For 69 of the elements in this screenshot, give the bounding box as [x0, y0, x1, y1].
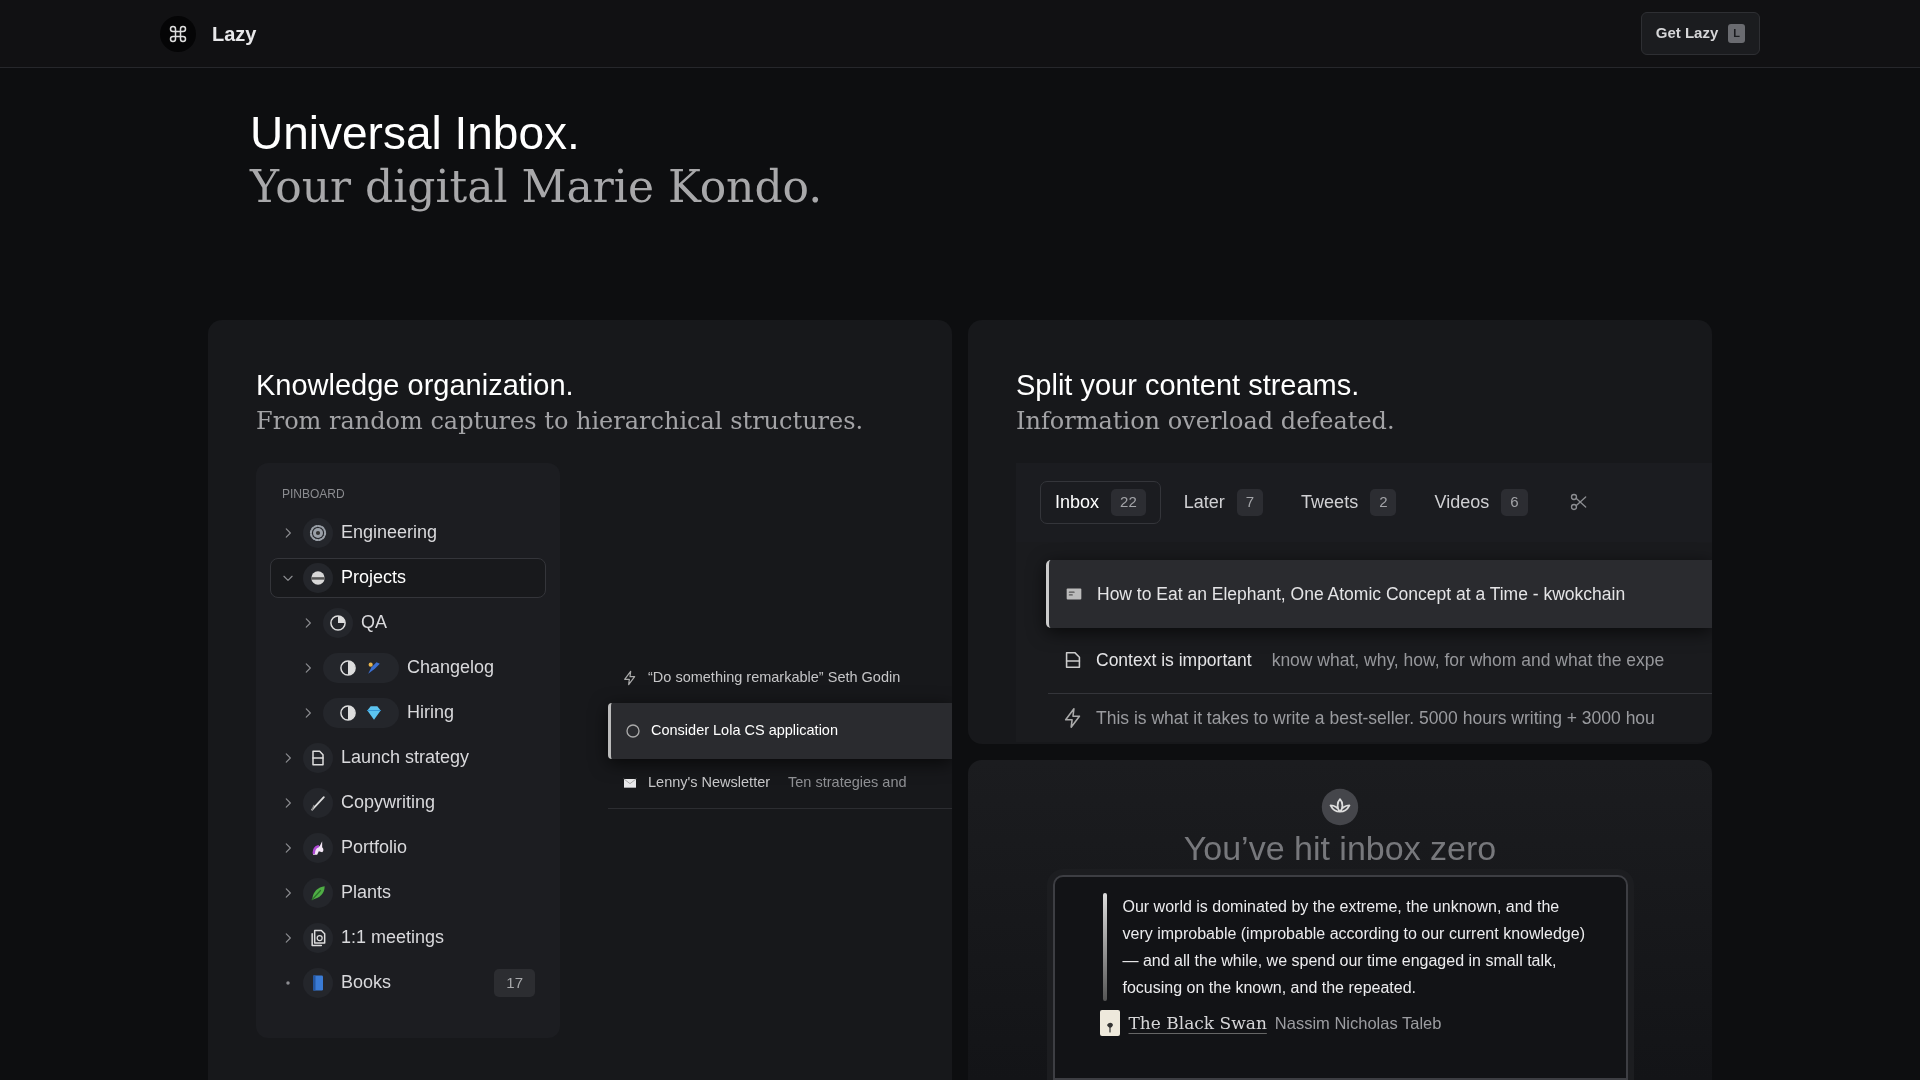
card-subtitle: From random captures to hierarchical structures.: [256, 405, 865, 437]
capture-title: Consider Lola CS application: [651, 720, 838, 740]
tree-item[interactable]: Engineering: [270, 512, 546, 553]
tree-item[interactable]: Plants: [270, 872, 546, 913]
capture-title: Lenny's Newsletter: [648, 773, 771, 793]
lotus-icon: [1321, 788, 1359, 826]
item-label: Engineering: [341, 521, 438, 545]
item-label: 1:1 meetings: [341, 926, 445, 950]
lightning-icon: [622, 669, 638, 686]
stream-item-title: How to Eat an Elephant, One Atomic Concept at a Time - kwokchain: [1097, 582, 1626, 606]
quote-text: Our world is dominated by the extreme, the unknown, and the very improbable (improbable according to our current knowledge) — and all the while, we spend our time engaged in small talk, focusing on the known, and the repeated.: [1122, 897, 1586, 999]
hero-subtitle: Your digital Marie Kondo.: [250, 161, 824, 214]
tree-item[interactable]: Launch strategy: [270, 737, 546, 778]
stream-item[interactable]: Context is important know what, why, how, for whom and what the expe: [1048, 627, 1712, 694]
tree-item[interactable]: QA: [270, 602, 546, 643]
shortcut-key: L: [1728, 24, 1745, 43]
tree-item[interactable]: Changelog: [270, 647, 546, 688]
capture-item[interactable]: “Do something remarkable” Seth Godin: [608, 652, 952, 703]
capture-item[interactable]: Consider Lola CS application: [608, 702, 952, 759]
card-subtitle: Information overload defeated.: [1016, 405, 1396, 437]
capture-item[interactable]: Lenny's Newsletter Ten strategies and: [608, 758, 952, 809]
item-label: QA: [361, 611, 387, 635]
hero-title: Universal Inbox.: [250, 106, 581, 161]
stream-item-title: This is what it takes to write a best-seller. 5000 hours writing + 3000 hou: [1096, 706, 1655, 730]
stream-item[interactable]: How to Eat an Elephant, One Atomic Concept at a Time - kwokchain: [1046, 559, 1712, 628]
card-title: Knowledge organization.: [256, 368, 575, 403]
stream-item-preview: know what, why, how, for whom and what the expe: [1271, 649, 1665, 673]
item-label: Books: [341, 971, 392, 995]
tab-count: 6: [1501, 489, 1528, 516]
capture-title: “Do something remarkable” Seth Godin: [648, 667, 901, 687]
pie-chart-icon: [338, 702, 358, 723]
circle-icon: [625, 722, 641, 739]
tree-item[interactable]: Hiring: [270, 692, 546, 733]
card-title: Split your content streams.: [1016, 368, 1361, 403]
tab-count: 22: [1111, 489, 1146, 516]
item-label: Hiring: [407, 701, 454, 725]
pie-chart-icon: [338, 657, 358, 678]
tree-item[interactable]: Books 17: [270, 962, 546, 1003]
stream-tab[interactable]: Inbox 22: [1040, 480, 1161, 524]
item-count: 17: [494, 968, 535, 998]
tab-count: 2: [1370, 489, 1397, 516]
pie-chart-icon: [328, 612, 348, 633]
scissors-icon: [1568, 492, 1589, 513]
item-label: Portfolio: [341, 836, 408, 860]
book-cover-icon: [1098, 1009, 1121, 1038]
stream-tab[interactable]: Later 7: [1168, 480, 1279, 524]
item-label: Launch strategy: [341, 746, 470, 770]
documents-icon: [308, 927, 328, 948]
section-heading: PINBOARD: [281, 485, 346, 503]
get-lazy-button[interactable]: Get Lazy L: [1640, 12, 1760, 55]
book-title-link[interactable]: The Black Swan: [1128, 1010, 1267, 1037]
item-label: Changelog: [407, 656, 495, 680]
logo-icon[interactable]: [160, 15, 196, 52]
capture-preview: Ten strategies and: [788, 773, 907, 793]
tab-count: 7: [1236, 489, 1264, 516]
tree-item[interactable]: Portfolio: [270, 827, 546, 868]
stream-tab[interactable]: Tweets 2: [1286, 480, 1412, 524]
item-label: Projects: [341, 566, 407, 590]
stream-tab[interactable]: Videos 6: [1419, 480, 1543, 524]
empty-state-message: You’ve hit inbox zero: [1183, 830, 1497, 868]
author-name: Nassim Nicholas Taleb: [1274, 1013, 1442, 1034]
brand-name: Lazy: [212, 21, 257, 47]
tree-item[interactable]: Projects: [270, 557, 546, 598]
stream-item[interactable]: This is what it takes to write a best-seller. 5000 hours writing + 3000 hou: [1048, 693, 1712, 742]
stream-item-title: Context is important: [1096, 649, 1252, 673]
item-label: Plants: [341, 881, 392, 905]
tree-item[interactable]: Copywriting: [270, 782, 546, 823]
item-label: Copywriting: [341, 791, 436, 815]
tree-item[interactable]: 1:1 meetings: [270, 917, 546, 958]
